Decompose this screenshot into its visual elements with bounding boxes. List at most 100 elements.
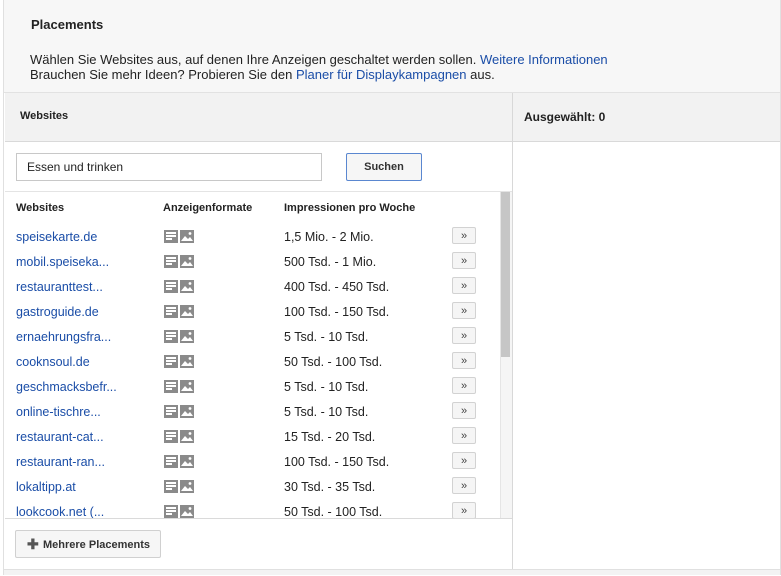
ad-formats (164, 230, 196, 243)
more-info-link[interactable]: Weitere Informationen (480, 52, 608, 67)
text-ad-icon (164, 480, 178, 493)
column-header-websites: Websites (16, 202, 65, 214)
text-ad-icon (164, 255, 178, 268)
ad-formats (164, 480, 196, 493)
text-ad-icon (164, 330, 178, 343)
intro-text-1: Wählen Sie Websites aus, auf denen Ihre … (30, 52, 477, 67)
website-link[interactable]: lookcook.net (... (16, 505, 104, 519)
website-link[interactable]: restaurant-cat... (16, 430, 104, 444)
ad-formats (164, 330, 196, 343)
add-placement-button[interactable]: » (452, 477, 476, 494)
impressions-value: 5 Tsd. - 10 Tsd. (284, 380, 369, 394)
search-input[interactable] (16, 153, 322, 181)
table-row: online-tischre... 5 Tsd. - 10 Tsd. » (5, 401, 495, 426)
image-ad-icon (180, 455, 194, 468)
website-link[interactable]: lokaltipp.at (16, 480, 76, 494)
add-placement-button[interactable]: » (452, 452, 476, 469)
add-placement-button[interactable]: » (452, 377, 476, 394)
impressions-value: 30 Tsd. - 35 Tsd. (284, 480, 376, 494)
selected-panel-header: Ausgewählt: 0 (513, 93, 780, 142)
scrollbar-thumb[interactable] (501, 192, 510, 357)
image-ad-icon (180, 380, 194, 393)
intro-line-2: Brauchen Sie mehr Ideen? Probieren Sie d… (30, 67, 495, 82)
image-ad-icon (180, 405, 194, 418)
ad-formats (164, 505, 196, 518)
plus-icon: ✚ (27, 536, 39, 552)
intro-line-1: Wählen Sie Websites aus, auf denen Ihre … (30, 52, 608, 67)
image-ad-icon (180, 230, 194, 243)
add-multiple-placements-button[interactable]: ✚ Mehrere Placements (15, 530, 161, 558)
websites-panel: Websites Suchen Websites Anzeigenformate… (5, 93, 513, 570)
text-ad-icon (164, 430, 178, 443)
image-ad-icon (180, 305, 194, 318)
add-placement-button[interactable]: » (452, 252, 476, 269)
website-link[interactable]: ernaehrungsfra... (16, 330, 111, 344)
ad-formats (164, 430, 196, 443)
impressions-value: 100 Tsd. - 150 Tsd. (284, 305, 390, 319)
websites-panel-footer: ✚ Mehrere Placements (5, 518, 512, 570)
impressions-value: 5 Tsd. - 10 Tsd. (284, 330, 369, 344)
ad-formats (164, 380, 196, 393)
table-row: cooknsoul.de 50 Tsd. - 100 Tsd. » (5, 351, 495, 376)
website-link[interactable]: restauranttest... (16, 280, 103, 294)
add-placement-button[interactable]: » (452, 427, 476, 444)
impressions-value: 400 Tsd. - 450 Tsd. (284, 280, 390, 294)
image-ad-icon (180, 280, 194, 293)
impressions-value: 500 Tsd. - 1 Mio. (284, 255, 377, 269)
ad-formats (164, 280, 196, 293)
impressions-value: 50 Tsd. - 100 Tsd. (284, 355, 383, 369)
text-ad-icon (164, 455, 178, 468)
search-button[interactable]: Suchen (346, 153, 422, 181)
selected-count: Ausgewählt: 0 (524, 110, 606, 124)
table-row: ernaehrungsfra... 5 Tsd. - 10 Tsd. » (5, 326, 495, 351)
intro-text-2-suffix: aus. (470, 67, 495, 82)
ad-formats (164, 305, 196, 318)
websites-panel-header: Websites (5, 93, 512, 142)
website-link[interactable]: mobil.speiseka... (16, 255, 109, 269)
text-ad-icon (164, 405, 178, 418)
add-placement-button[interactable]: » (452, 302, 476, 319)
page-title: Placements (31, 17, 104, 32)
add-placement-button[interactable]: » (452, 327, 476, 344)
add-placement-button[interactable]: » (452, 402, 476, 419)
column-header-formats: Anzeigenformate (163, 202, 253, 214)
website-link[interactable]: cooknsoul.de (16, 355, 90, 369)
table-row: geschmacksbefr... 5 Tsd. - 10 Tsd. » (5, 376, 495, 401)
ad-formats (164, 255, 196, 268)
websites-panel-title: Websites (20, 110, 69, 122)
image-ad-icon (180, 330, 194, 343)
table-row: restaurant-ran... 100 Tsd. - 150 Tsd. » (5, 451, 495, 476)
table-row: gastroguide.de 100 Tsd. - 150 Tsd. » (5, 301, 495, 326)
impressions-value: 15 Tsd. - 20 Tsd. (284, 430, 376, 444)
text-ad-icon (164, 505, 178, 518)
table-row: restaurant-cat... 15 Tsd. - 20 Tsd. » (5, 426, 495, 451)
impressions-value: 100 Tsd. - 150 Tsd. (284, 455, 390, 469)
table-row: lokaltipp.at 30 Tsd. - 35 Tsd. » (5, 476, 495, 501)
table-row: speisekarte.de 1,5 Mio. - 2 Mio. » (5, 226, 495, 251)
website-link[interactable]: speisekarte.de (16, 230, 97, 244)
add-placement-button[interactable]: » (452, 352, 476, 369)
selected-panel: Ausgewählt: 0 (513, 93, 780, 569)
display-planner-link[interactable]: Planer für Displaykampagnen (296, 67, 467, 82)
image-ad-icon (180, 480, 194, 493)
website-link[interactable]: restaurant-ran... (16, 455, 105, 469)
placements-panel: Placements Wählen Sie Websites aus, auf … (3, 0, 781, 575)
add-placement-button[interactable]: » (452, 227, 476, 244)
column-header-impressions: Impressionen pro Woche (284, 202, 416, 214)
ad-formats (164, 455, 196, 468)
table-row: mobil.speiseka... 500 Tsd. - 1 Mio. » (5, 251, 495, 276)
website-link[interactable]: geschmacksbefr... (16, 380, 117, 394)
add-placement-button[interactable]: » (452, 277, 476, 294)
ad-formats (164, 355, 196, 368)
impressions-value: 1,5 Mio. - 2 Mio. (284, 230, 374, 244)
website-link[interactable]: online-tischre... (16, 405, 101, 419)
website-link[interactable]: gastroguide.de (16, 305, 99, 319)
bottom-divider (4, 569, 780, 575)
impressions-value: 50 Tsd. - 100 Tsd. (284, 505, 383, 519)
table-row: restauranttest... 400 Tsd. - 450 Tsd. » (5, 276, 495, 301)
image-ad-icon (180, 430, 194, 443)
text-ad-icon (164, 355, 178, 368)
impressions-value: 5 Tsd. - 10 Tsd. (284, 405, 369, 419)
text-ad-icon (164, 305, 178, 318)
add-placement-button[interactable]: » (452, 502, 476, 519)
